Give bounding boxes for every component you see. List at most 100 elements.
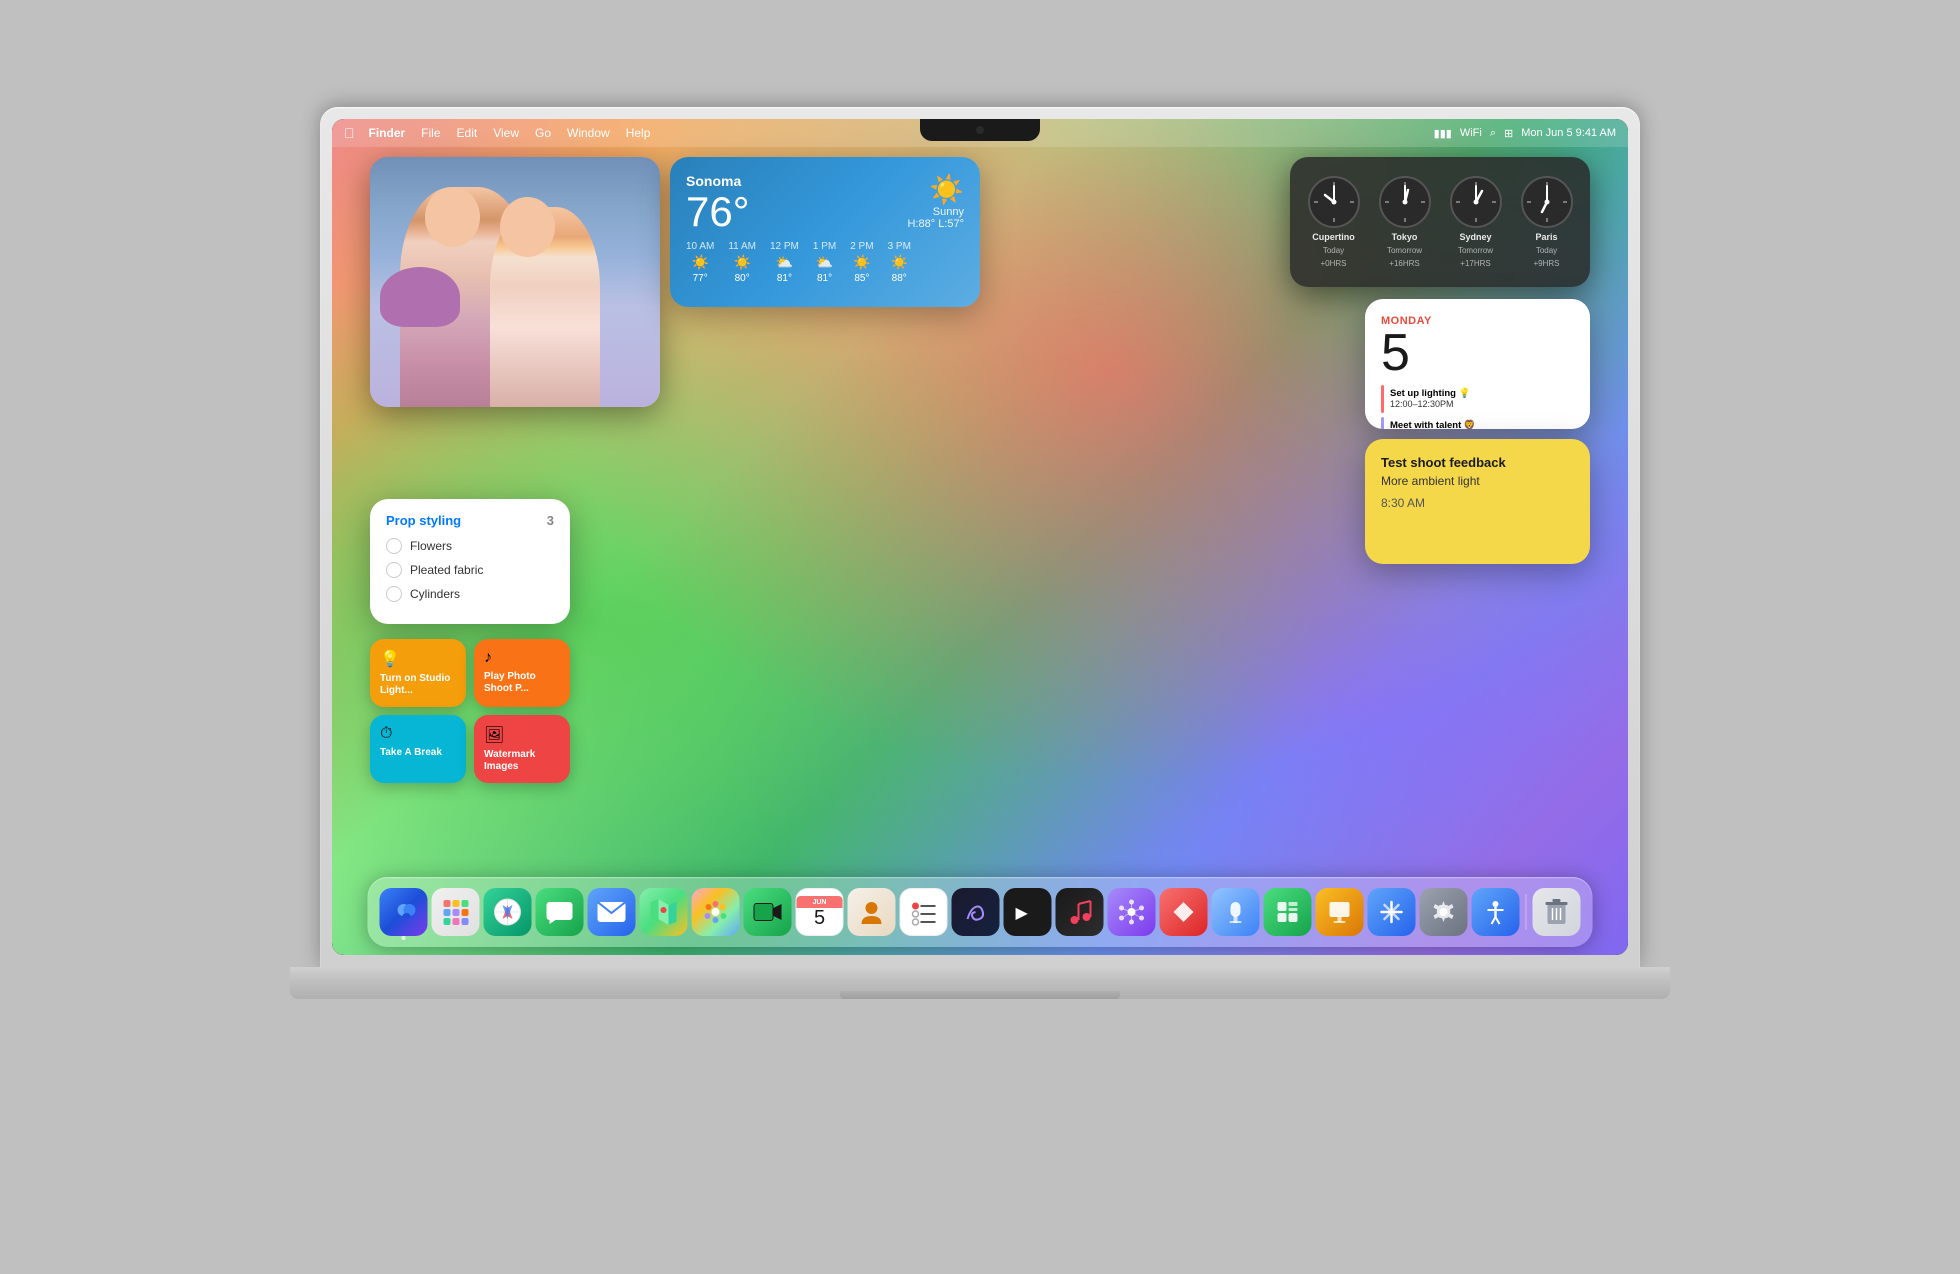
shortcut-studio-light[interactable]: 💡 Turn on Studio Light... bbox=[370, 639, 466, 707]
event-bar-1 bbox=[1381, 417, 1384, 429]
clock-tokyo: Tokyo Tomorrow +16HRS bbox=[1379, 176, 1431, 268]
event-time-0: 12:00–12:30PM bbox=[1390, 399, 1470, 411]
widget-calendar: MONDAY 5 Set up lighting 💡 12:00–12:30PM… bbox=[1365, 299, 1590, 429]
dock-item-mail[interactable] bbox=[588, 888, 636, 936]
event-bar-0 bbox=[1381, 385, 1384, 413]
weather-condition: ☀️ Sunny H:88° L:57° bbox=[907, 173, 964, 230]
weather-hour-5: 3 PM ☀️ 88° bbox=[888, 241, 911, 284]
calendar-icon-date: 5 bbox=[814, 908, 825, 928]
clock-city-sydney: Sydney bbox=[1459, 232, 1491, 242]
dock-item-news[interactable] bbox=[1160, 888, 1208, 936]
clock-city-paris: Paris bbox=[1535, 232, 1557, 242]
clock-offset-tokyo: +16HRS bbox=[1389, 259, 1419, 268]
shortcut-label-music: Play Photo Shoot P... bbox=[484, 671, 560, 695]
notes-body: More ambient light bbox=[1381, 474, 1574, 488]
camera-notch bbox=[920, 119, 1040, 141]
menu-window[interactable]: Window bbox=[561, 126, 616, 140]
desktop:  Finder File Edit View Go Window Help ▮… bbox=[332, 119, 1628, 955]
sun-icon: ☀️ bbox=[907, 173, 964, 206]
shortcut-label-watermark: Watermark Images bbox=[484, 749, 560, 773]
widget-photos bbox=[370, 157, 660, 407]
widget-clocks: Cupertino Today +0HRS bbox=[1290, 157, 1590, 287]
dock-item-safari[interactable] bbox=[484, 888, 532, 936]
camera-dot bbox=[976, 126, 984, 134]
dock-item-numbers[interactable] bbox=[1264, 888, 1312, 936]
dock-item-trash[interactable] bbox=[1533, 888, 1581, 936]
notes-title: Test shoot feedback bbox=[1381, 455, 1574, 470]
apple-menu-icon[interactable]:  bbox=[344, 125, 355, 141]
menu-edit[interactable]: Edit bbox=[451, 126, 484, 140]
reminder-text-0: Flowers bbox=[410, 539, 452, 553]
dock-item-reminders[interactable] bbox=[900, 888, 948, 936]
weather-temperature: 76° bbox=[686, 191, 750, 233]
weather-hour-1: 11 AM ☀️ 80° bbox=[728, 241, 756, 284]
clock-face-paris bbox=[1521, 176, 1573, 228]
search-icon[interactable]: ⌕ bbox=[1490, 127, 1496, 140]
reminder-item-0: Flowers bbox=[386, 538, 554, 554]
menu-finder[interactable]: Finder bbox=[363, 126, 412, 140]
menu-help[interactable]: Help bbox=[620, 126, 657, 140]
shortcut-take-break[interactable]: ⏱ Take A Break bbox=[370, 715, 466, 783]
dock-item-transit[interactable] bbox=[1212, 888, 1260, 936]
shortcut-label-studio-light: Turn on Studio Light... bbox=[380, 673, 456, 697]
dock-item-contacts[interactable] bbox=[848, 888, 896, 936]
shortcut-watermark[interactable]: 🖼 Watermark Images bbox=[474, 715, 570, 783]
clock-day-cupertino: Today bbox=[1323, 246, 1344, 255]
dock-item-appletv[interactable]: ▶ bbox=[1004, 888, 1052, 936]
dock-item-launchpad[interactable] bbox=[432, 888, 480, 936]
weather-highlow: H:88° L:57° bbox=[907, 218, 964, 230]
widget-shortcuts: 💡 Turn on Studio Light... ♪ Play Photo S… bbox=[370, 639, 570, 783]
dock-item-mindnode[interactable] bbox=[1108, 888, 1156, 936]
macbook-base bbox=[290, 967, 1670, 999]
event-details-1: Meet with talent 🦁 12:30–1:00PM bbox=[1390, 420, 1476, 429]
clock-city-cupertino: Cupertino bbox=[1312, 232, 1355, 242]
clock-face-sydney bbox=[1450, 176, 1502, 228]
widget-reminders: Prop styling 3 Flowers Pleated fabric Cy… bbox=[370, 499, 570, 624]
menu-go[interactable]: Go bbox=[529, 126, 557, 140]
calendar-day-of-week: MONDAY bbox=[1381, 315, 1574, 327]
photos-image bbox=[370, 157, 660, 407]
dock-item-calendar[interactable]: JUN 5 bbox=[796, 888, 844, 936]
clock-sydney: Sydney Tomorrow +17HRS bbox=[1450, 176, 1502, 268]
weather-hour-3: 1 PM ⛅ 81° bbox=[813, 241, 836, 284]
shortcut-icon-studio-light: 💡 bbox=[380, 649, 456, 669]
dock-item-music[interactable] bbox=[1056, 888, 1104, 936]
calendar-date: 5 bbox=[1381, 327, 1574, 379]
reminder-item-2: Cylinders bbox=[386, 586, 554, 602]
clock-cupertino: Cupertino Today +0HRS bbox=[1308, 176, 1360, 268]
weather-hour-2: 12 PM ⛅ 81° bbox=[770, 241, 799, 284]
dock-item-finder[interactable] bbox=[380, 888, 428, 936]
dock-item-facetime[interactable] bbox=[744, 888, 792, 936]
svg-text:▶: ▶ bbox=[1016, 905, 1029, 922]
shortcut-icon-break: ⏱ bbox=[380, 725, 456, 743]
reminders-count: 3 bbox=[547, 513, 554, 528]
finder-dot bbox=[402, 936, 406, 940]
menu-file[interactable]: File bbox=[415, 126, 446, 140]
macbook:  Finder File Edit View Go Window Help ▮… bbox=[290, 107, 1670, 1167]
menu-view[interactable]: View bbox=[487, 126, 525, 140]
macbook-lid:  Finder File Edit View Go Window Help ▮… bbox=[320, 107, 1640, 967]
datetime-display: Mon Jun 5 9:41 AM bbox=[1521, 127, 1616, 139]
dock-item-photos[interactable] bbox=[692, 888, 740, 936]
macbook-hinge bbox=[840, 991, 1120, 999]
shortcut-play-music[interactable]: ♪ Play Photo Shoot P... bbox=[474, 639, 570, 707]
clock-day-sydney: Tomorrow bbox=[1458, 246, 1493, 255]
dock-item-freeform[interactable] bbox=[952, 888, 1000, 936]
dock-item-maps[interactable] bbox=[640, 888, 688, 936]
dock-item-messages[interactable] bbox=[536, 888, 584, 936]
dock-item-accessibility[interactable] bbox=[1472, 888, 1520, 936]
clock-offset-cupertino: +0HRS bbox=[1320, 259, 1346, 268]
control-center-icon[interactable]: ⊞ bbox=[1504, 127, 1513, 140]
event-details-0: Set up lighting 💡 12:00–12:30PM bbox=[1390, 388, 1470, 411]
event-title-0: Set up lighting 💡 bbox=[1390, 388, 1470, 399]
widget-weather: Sonoma 76° ☀️ Sunny H:88° L:57° 10 AM ☀️ bbox=[670, 157, 980, 307]
battery-icon: ▮▮▮ bbox=[1434, 127, 1452, 140]
clock-day-paris: Today bbox=[1536, 246, 1557, 255]
dock-item-appstore[interactable] bbox=[1368, 888, 1416, 936]
calendar-event-0: Set up lighting 💡 12:00–12:30PM bbox=[1381, 385, 1574, 413]
screen-bezel:  Finder File Edit View Go Window Help ▮… bbox=[332, 119, 1628, 955]
dock-item-keynote[interactable] bbox=[1316, 888, 1364, 936]
reminder-circle-2 bbox=[386, 586, 402, 602]
dock-item-settings[interactable] bbox=[1420, 888, 1468, 936]
clock-paris: Paris Today +9HRS bbox=[1521, 176, 1573, 268]
